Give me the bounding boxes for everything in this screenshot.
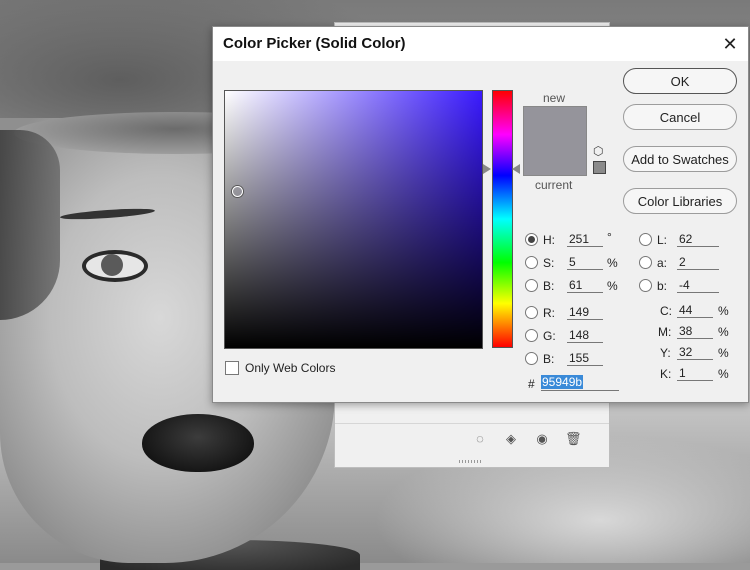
c-input[interactable]: 44 xyxy=(677,303,713,318)
radio-b[interactable] xyxy=(525,279,538,292)
l-input[interactable]: 62 xyxy=(677,232,719,247)
hex-value: 95949b xyxy=(541,375,584,389)
titlebar: Color Picker (Solid Color) ✕ xyxy=(213,27,748,61)
new-color-swatch xyxy=(523,106,587,141)
m-unit: % xyxy=(718,325,729,339)
m-input[interactable]: 38 xyxy=(677,324,713,339)
current-label: current xyxy=(535,178,573,192)
ok-button[interactable]: OK xyxy=(623,68,737,94)
radio-s[interactable] xyxy=(525,256,538,269)
adjustment-icon[interactable]: ◈ xyxy=(503,431,519,447)
s-label: S: xyxy=(543,256,555,270)
eye-icon[interactable]: ◉ xyxy=(534,431,550,447)
y-unit: % xyxy=(718,346,729,360)
color-field-cursor[interactable] xyxy=(232,186,243,197)
c-unit: % xyxy=(718,304,729,318)
radio-r[interactable] xyxy=(525,306,538,319)
cancel-button[interactable]: Cancel xyxy=(623,104,737,130)
y-label: Y: xyxy=(660,346,671,360)
layers-toolbar: ◌ ◈ ◉ 🗑 xyxy=(335,423,609,454)
b-input[interactable]: 61 xyxy=(567,278,603,293)
lips xyxy=(142,414,254,472)
lab-b-input[interactable]: -4 xyxy=(677,278,719,293)
hue-slider-arrow-left[interactable] xyxy=(483,164,491,174)
g-input[interactable]: 148 xyxy=(567,328,603,343)
rgb-b-label: B: xyxy=(543,352,555,366)
color-picker-dialog: Color Picker (Solid Color) ✕ new current… xyxy=(212,26,749,403)
s-unit: % xyxy=(607,256,618,270)
b-label: B: xyxy=(543,279,555,293)
hue-slider-arrow-right[interactable] xyxy=(512,164,520,174)
web-safe-swatch-icon[interactable] xyxy=(593,161,606,174)
radio-a[interactable] xyxy=(639,256,652,269)
c-label: C: xyxy=(660,304,672,318)
radio-rgb-b[interactable] xyxy=(525,352,538,365)
out-of-gamut-cube-icon[interactable]: ⬡ xyxy=(593,145,606,158)
close-icon[interactable]: ✕ xyxy=(718,32,742,56)
r-input[interactable]: 149 xyxy=(567,305,603,320)
hex-hash-label: # xyxy=(528,377,535,391)
new-label: new xyxy=(543,91,566,105)
radio-g[interactable] xyxy=(525,329,538,342)
resize-grip[interactable] xyxy=(459,460,483,463)
eye xyxy=(82,250,148,282)
add-to-swatches-button[interactable]: Add to Swatches xyxy=(623,146,737,172)
k-label: K: xyxy=(660,367,672,381)
r-label: R: xyxy=(543,306,555,320)
l-label: L: xyxy=(657,233,668,247)
only-web-colors-checkbox[interactable] xyxy=(225,361,239,375)
selection-icon[interactable]: ◌ xyxy=(472,431,488,447)
y-input[interactable]: 32 xyxy=(677,345,713,360)
rgb-b-input[interactable]: 155 xyxy=(567,351,603,366)
color-field[interactable] xyxy=(224,90,483,349)
radio-lab-b[interactable] xyxy=(639,279,652,292)
iris xyxy=(101,254,123,276)
color-libraries-button[interactable]: Color Libraries xyxy=(623,188,737,214)
b-unit: % xyxy=(607,279,618,293)
a-label: a: xyxy=(657,256,668,270)
m-label: M: xyxy=(658,325,672,339)
current-color-swatch[interactable] xyxy=(523,140,587,176)
k-input[interactable]: 1 xyxy=(677,366,713,381)
hue-slider[interactable] xyxy=(492,90,513,348)
k-unit: % xyxy=(718,367,729,381)
only-web-colors-label: Only Web Colors xyxy=(245,361,336,375)
h-input[interactable]: 251 xyxy=(567,232,603,247)
lab-b-label: b: xyxy=(657,279,668,293)
radio-l[interactable] xyxy=(639,233,652,246)
dialog-title: Color Picker (Solid Color) xyxy=(223,35,406,52)
only-web-colors[interactable]: Only Web Colors xyxy=(225,361,335,375)
a-input[interactable]: 2 xyxy=(677,255,719,270)
g-label: G: xyxy=(543,329,556,343)
h-label: H: xyxy=(543,233,555,247)
hair xyxy=(0,130,60,320)
radio-h[interactable] xyxy=(525,233,538,246)
h-unit: ° xyxy=(607,230,612,244)
s-input[interactable]: 5 xyxy=(567,255,603,270)
trash-icon[interactable]: 🗑 xyxy=(565,431,582,447)
hex-input[interactable]: 95949b xyxy=(541,374,619,391)
